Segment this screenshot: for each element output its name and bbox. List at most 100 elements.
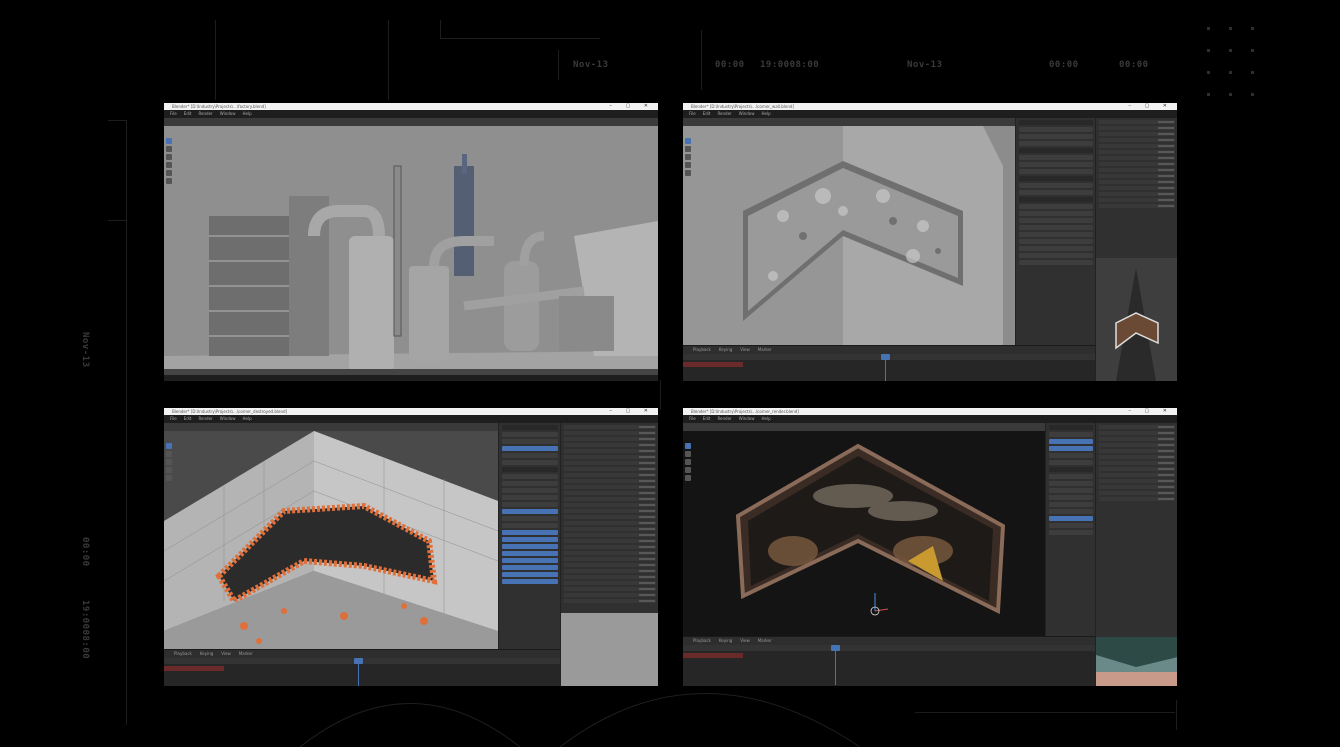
timeline-marker[interactable]: Marker — [758, 638, 772, 643]
viewport-header — [164, 118, 658, 126]
summary-track — [683, 362, 743, 367]
menu-edit[interactable]: Edit — [703, 111, 711, 116]
menu-file[interactable]: File — [170, 416, 177, 421]
timeline-marker[interactable]: Marker — [758, 347, 772, 352]
select-tool-icon — [166, 443, 172, 449]
outliner-panel[interactable] — [1095, 423, 1177, 637]
image-preview[interactable] — [560, 613, 658, 686]
timeline[interactable]: Playback Keying View Marker — [683, 345, 1095, 381]
frame-ruler[interactable] — [683, 354, 1095, 381]
menu-file[interactable]: File — [689, 416, 696, 421]
select-tool-icon — [685, 443, 691, 449]
playhead[interactable] — [354, 658, 363, 686]
menu-render[interactable]: Render — [198, 111, 212, 116]
3d-viewport[interactable] — [683, 126, 1015, 346]
menu-window[interactable]: Window — [220, 416, 236, 421]
playhead[interactable] — [831, 645, 840, 685]
menu-edit[interactable]: Edit — [184, 416, 192, 421]
overlay-label: 19:0008:00 — [80, 600, 90, 660]
destroyed-corner-scene — [164, 431, 498, 650]
move-tool-icon — [166, 154, 172, 160]
playhead[interactable] — [881, 354, 890, 381]
menu-edit[interactable]: Edit — [703, 416, 711, 421]
window-title: Blender* [D:\Industry\Projects\...\corne… — [172, 409, 288, 414]
summary-track — [683, 653, 743, 658]
timeline[interactable]: Playback Keying View Marker — [164, 649, 560, 686]
outliner-panel[interactable] — [1095, 118, 1177, 258]
blender-window-rendered-corner[interactable]: Blender* [D:\Industry\Projects\...\corne… — [683, 408, 1177, 686]
timeline-view[interactable]: View — [740, 638, 750, 643]
title-bar: Blender* [D:\Industry\Projects\...\corne… — [164, 408, 658, 415]
timeline[interactable]: Playback Keying View Marker — [683, 636, 1095, 686]
timeline-keying[interactable]: Keying — [719, 347, 732, 352]
overlay-label: 19:0008:00 — [760, 60, 820, 70]
timeline-view[interactable]: View — [221, 651, 231, 656]
frame-ruler[interactable] — [164, 658, 560, 686]
timeline-keying[interactable]: Keying — [200, 651, 213, 656]
status-bar — [164, 375, 658, 381]
menu-file[interactable]: File — [689, 111, 696, 116]
properties-panel[interactable] — [498, 423, 561, 650]
move-tool-icon — [685, 459, 691, 465]
outliner-panel[interactable] — [560, 423, 658, 613]
window-controls[interactable]: – ▢ ✕ — [609, 103, 654, 110]
overlay-label: Nov-13 — [907, 60, 943, 70]
rotate-tool-icon — [685, 467, 691, 473]
transform-tool-icon — [166, 178, 172, 184]
menu-help[interactable]: Help — [242, 111, 251, 116]
menu-help[interactable]: Help — [761, 111, 770, 116]
properties-panel[interactable] — [1045, 423, 1096, 637]
image-preview[interactable] — [1095, 258, 1177, 381]
menu-edit[interactable]: Edit — [184, 111, 192, 116]
window-controls[interactable]: – ▢ ✕ — [1128, 103, 1173, 110]
menu-bar: File Edit Render Window Help — [683, 110, 1177, 118]
menu-help[interactable]: Help — [242, 416, 251, 421]
blender-window-corner-wall[interactable]: Blender* [D:\Industry\Projects\...\corne… — [683, 103, 1177, 381]
toolbar[interactable] — [685, 138, 692, 178]
window-controls[interactable]: – ▢ ✕ — [609, 408, 654, 415]
timeline-marker[interactable]: Marker — [239, 651, 253, 656]
timeline-playback[interactable]: Playback — [693, 347, 711, 352]
toolbar[interactable] — [166, 138, 173, 186]
window-controls[interactable]: – ▢ ✕ — [1128, 408, 1173, 415]
window-title: Blender* [D:\Industry\Projects\...\facto… — [172, 104, 266, 109]
corner-wall-scene — [683, 126, 1015, 346]
image-preview[interactable] — [1095, 637, 1177, 686]
frame-ruler[interactable] — [683, 645, 1095, 685]
timeline-view[interactable]: View — [740, 347, 750, 352]
overlay-label: 00:00 — [80, 537, 90, 567]
viewport-header — [683, 423, 1045, 431]
render-thumbnail — [1096, 637, 1177, 686]
rotate-tool-icon — [166, 467, 172, 473]
3d-viewport[interactable] — [164, 126, 658, 375]
menu-window[interactable]: Window — [739, 416, 755, 421]
blender-window-factory[interactable]: Blender* [D:\Industry\Projects\...\facto… — [164, 103, 658, 381]
timeline-playback[interactable]: Playback — [693, 638, 711, 643]
menu-render[interactable]: Render — [717, 111, 731, 116]
factory-scene — [164, 126, 658, 375]
corner-preview — [1096, 258, 1177, 381]
timeline-keying[interactable]: Keying — [719, 638, 732, 643]
viewport-header — [164, 423, 498, 431]
menu-render[interactable]: Render — [198, 416, 212, 421]
3d-viewport[interactable] — [683, 431, 1045, 637]
cursor-tool-icon — [685, 451, 691, 457]
window-title: Blender* [D:\Industry\Projects\...\corne… — [691, 104, 795, 109]
select-tool-icon — [685, 138, 691, 144]
3d-viewport[interactable] — [164, 431, 498, 650]
menu-window[interactable]: Window — [220, 111, 236, 116]
menu-help[interactable]: Help — [761, 416, 770, 421]
timeline-playback[interactable]: Playback — [174, 651, 192, 656]
scale-tool-icon — [166, 475, 172, 481]
cursor-tool-icon — [166, 146, 172, 152]
properties-panel[interactable] — [1015, 118, 1096, 346]
menu-render[interactable]: Render — [717, 416, 731, 421]
scale-tool-icon — [685, 170, 691, 176]
menu-bar: File Edit Render Window Help — [164, 415, 658, 423]
menu-file[interactable]: File — [170, 111, 177, 116]
blender-window-destroyed-corner[interactable]: Blender* [D:\Industry\Projects\...\corne… — [164, 408, 658, 686]
toolbar[interactable] — [685, 443, 692, 483]
menu-window[interactable]: Window — [739, 111, 755, 116]
toolbar[interactable] — [166, 443, 173, 483]
title-bar: Blender* [D:\Industry\Projects\...\corne… — [683, 103, 1177, 110]
